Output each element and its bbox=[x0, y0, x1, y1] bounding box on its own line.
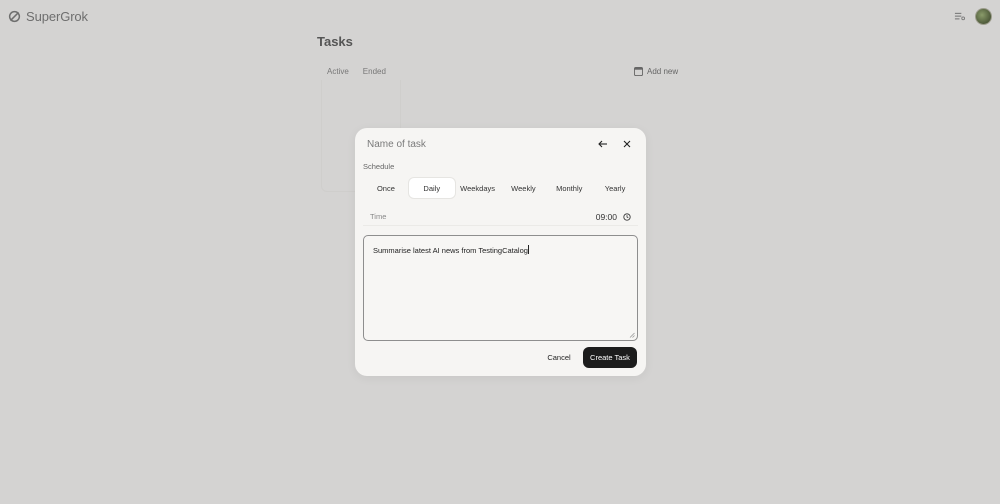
schedule-option-weekdays[interactable]: Weekdays bbox=[455, 178, 501, 198]
avatar[interactable] bbox=[975, 8, 992, 25]
logo-text: SuperGrok bbox=[26, 9, 88, 24]
task-prompt-textarea[interactable]: Summarise latest AI news from TestingCat… bbox=[363, 235, 638, 341]
tab-active[interactable]: Active bbox=[327, 67, 349, 76]
grok-logo-icon bbox=[8, 10, 21, 23]
schedule-option-once[interactable]: Once bbox=[363, 178, 409, 198]
schedule-option-weekly[interactable]: Weekly bbox=[500, 178, 546, 198]
page-title: Tasks bbox=[317, 34, 353, 49]
schedule-selector: Once Daily Weekdays Weekly Monthly Yearl… bbox=[363, 178, 638, 198]
arrow-left-icon bbox=[598, 140, 607, 148]
tab-ended[interactable]: Ended bbox=[363, 67, 386, 76]
add-new-label: Add new bbox=[647, 67, 679, 76]
time-label: Time bbox=[370, 212, 387, 221]
close-button[interactable] bbox=[619, 136, 635, 152]
schedule-option-daily[interactable]: Daily bbox=[408, 178, 455, 198]
cancel-button[interactable]: Cancel bbox=[540, 348, 578, 366]
schedule-label: Schedule bbox=[363, 162, 395, 171]
resize-handle-icon[interactable] bbox=[629, 332, 635, 338]
close-icon bbox=[623, 140, 631, 148]
create-task-dialog: Name of task Schedule Once Daily Weekday… bbox=[355, 128, 646, 376]
schedule-option-monthly[interactable]: Monthly bbox=[546, 178, 592, 198]
notifications-icon[interactable] bbox=[954, 11, 965, 22]
top-bar: SuperGrok bbox=[0, 0, 1000, 34]
clock-icon bbox=[623, 212, 631, 221]
page-tabs: Active Ended bbox=[327, 67, 386, 76]
text-caret bbox=[527, 245, 529, 254]
time-picker[interactable]: 09:00 bbox=[596, 212, 631, 222]
task-prompt-text: Summarise latest AI news from TestingCat… bbox=[373, 246, 528, 255]
schedule-option-yearly[interactable]: Yearly bbox=[592, 178, 638, 198]
back-button[interactable] bbox=[595, 136, 611, 152]
time-value: 09:00 bbox=[595, 211, 617, 222]
add-task-icon bbox=[634, 67, 643, 76]
time-row: Time 09:00 bbox=[363, 208, 638, 226]
task-name-input[interactable]: Name of task bbox=[367, 137, 577, 153]
add-new-button[interactable]: Add new bbox=[634, 67, 678, 76]
logo[interactable]: SuperGrok bbox=[8, 9, 88, 24]
create-task-button[interactable]: Create Task bbox=[583, 347, 637, 368]
